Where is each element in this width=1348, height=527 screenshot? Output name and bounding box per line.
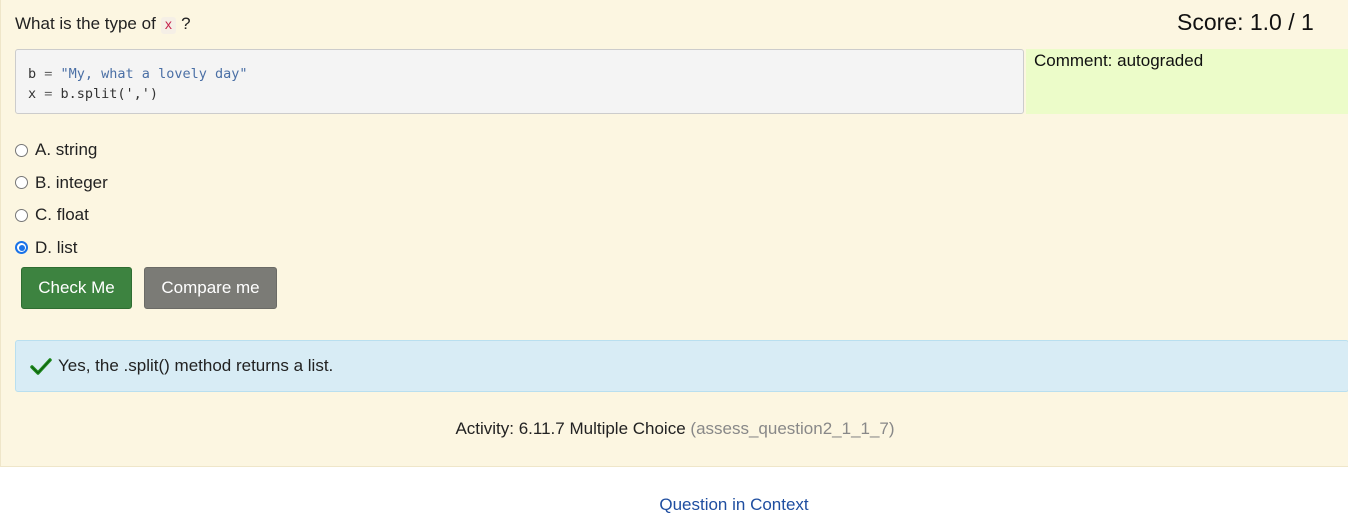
radio-option-c[interactable] [15,208,28,222]
compare-me-button[interactable]: Compare me [144,267,277,309]
option-b[interactable]: B. integer [15,167,108,200]
question-prefix: What is the type of [15,14,156,33]
check-me-button[interactable]: Check Me [21,267,132,309]
question-text: What is the type of x ? [15,14,191,34]
option-a[interactable]: A. string [15,134,108,167]
feedback-box: Yes, the .split() method returns a list. [15,340,1348,392]
answer-options: A. string B. integer C. float D. list [15,134,108,264]
option-d[interactable]: D. list [15,232,108,265]
comment-box: Comment: autograded [1026,49,1348,114]
radio-option-a[interactable] [15,143,28,157]
option-a-label[interactable]: A. string [35,140,97,160]
question-suffix: ? [181,14,191,33]
option-b-label[interactable]: B. integer [35,173,108,193]
question-code-var: x [160,17,177,34]
radio-option-b[interactable] [15,176,28,190]
activity-id: (assess_question2_1_1_7) [690,419,895,438]
code-block: b = "My, what a lovely day" x = b.split(… [15,49,1024,114]
checkmark-icon [30,358,52,375]
question-panel: What is the type of x ? Score: 1.0 / 1 b… [0,0,1348,467]
question-in-context-link[interactable]: Question in Context [0,495,1348,515]
option-c-label[interactable]: C. float [35,205,89,225]
option-d-label[interactable]: D. list [35,238,78,258]
option-c[interactable]: C. float [15,199,108,232]
feedback-text: Yes, the .split() method returns a list. [58,356,334,375]
code-line-2: x = b.split(',') [28,86,159,102]
activity-label: Activity: 6.11.7 Multiple Choice (assess… [1,419,1348,439]
score-display: Score: 1.0 / 1 [1177,9,1314,35]
activity-name: Activity: 6.11.7 Multiple Choice [455,419,686,438]
code-line-1: b = "My, what a lovely day" [28,66,248,82]
radio-option-d[interactable] [15,241,28,255]
